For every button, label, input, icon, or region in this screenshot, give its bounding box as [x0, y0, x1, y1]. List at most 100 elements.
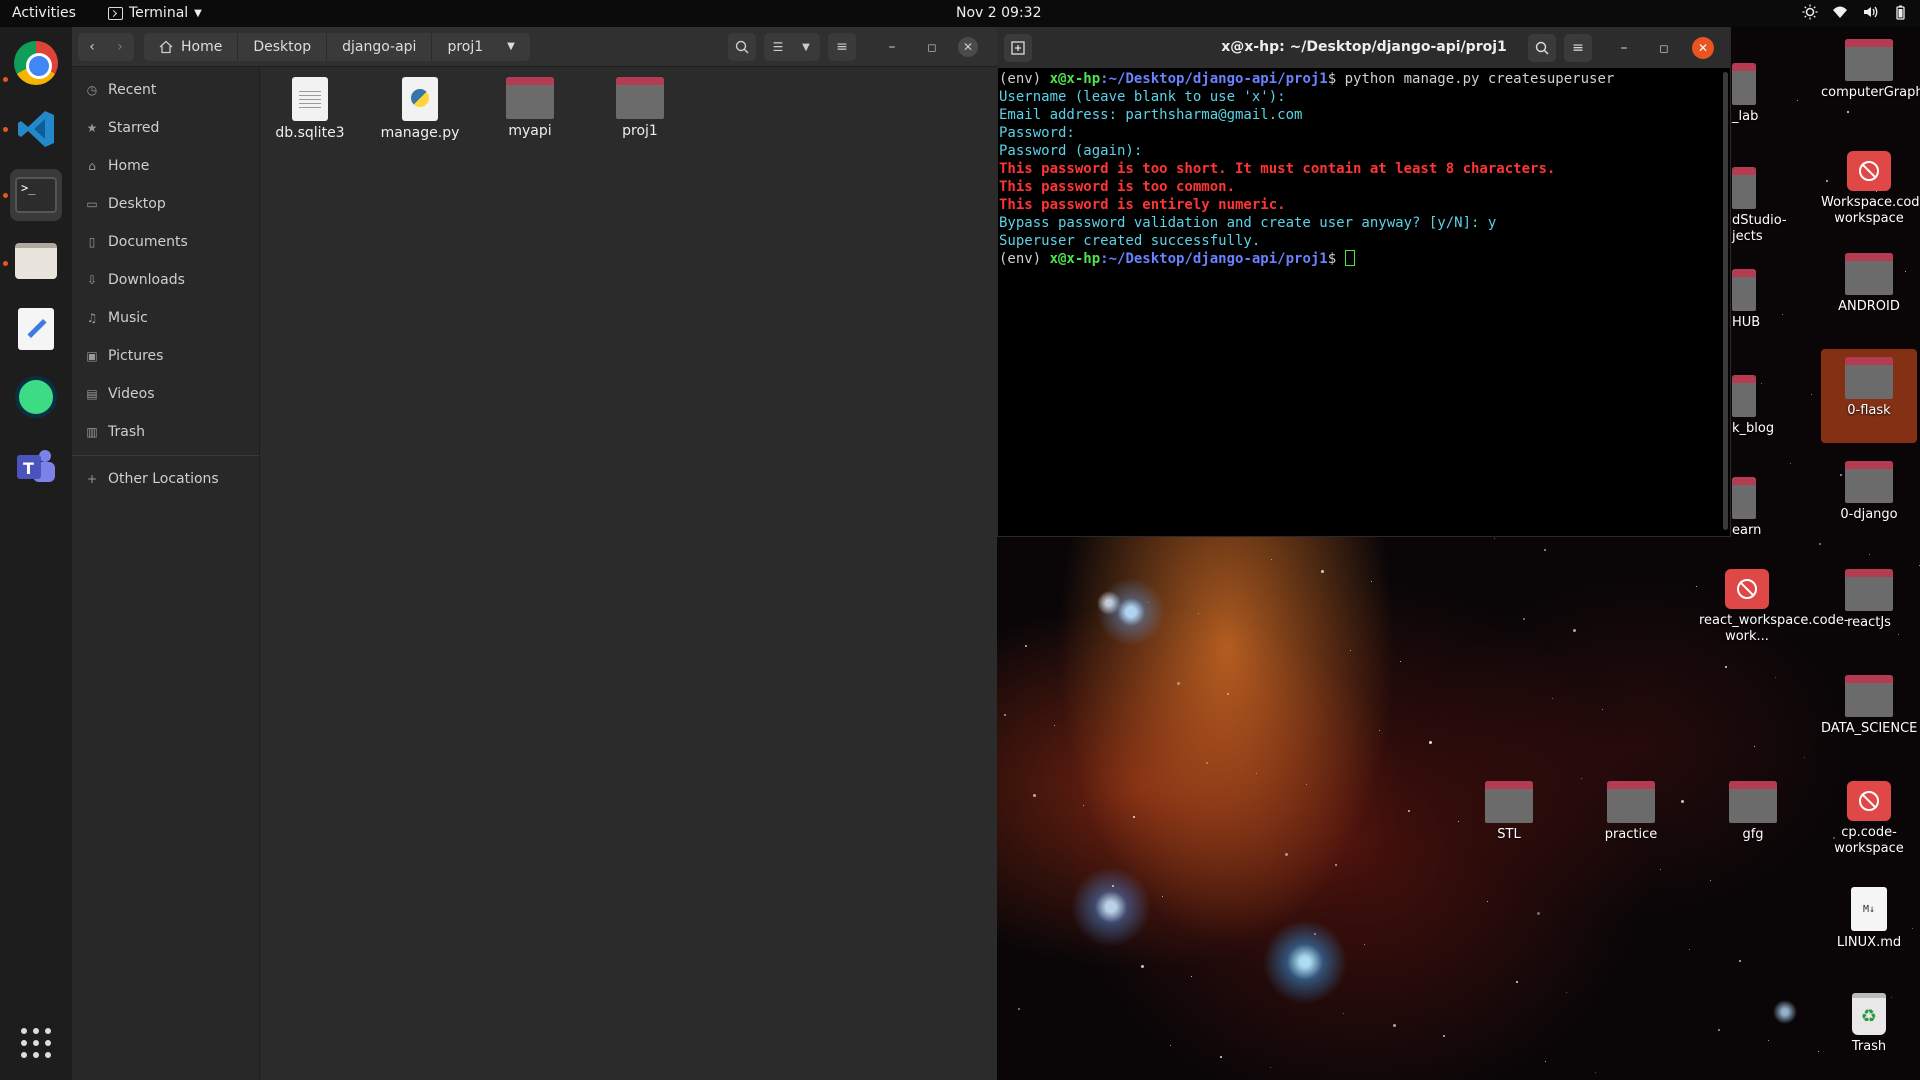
- breadcrumb-home[interactable]: Home: [144, 33, 239, 61]
- desktop-icon-label: HUB: [1732, 315, 1761, 330]
- star-decoration: [1306, 784, 1307, 785]
- star-decoration: [1379, 730, 1380, 731]
- terminal-icon: [108, 6, 123, 20]
- dock-chrome[interactable]: [10, 37, 62, 89]
- desktop-icon-android[interactable]: ANDROID: [1821, 245, 1917, 315]
- back-icon[interactable]: ‹: [78, 39, 106, 55]
- python-file-icon: [402, 77, 438, 121]
- file-item[interactable]: db.sqlite3: [260, 77, 360, 141]
- file-item[interactable]: manage.py: [370, 77, 470, 141]
- app-menu[interactable]: Terminal ▼: [108, 5, 202, 21]
- desktop-icon-trash[interactable]: ♻ Trash: [1821, 985, 1917, 1055]
- star-decoration: [1335, 864, 1337, 866]
- maximize-button[interactable]: ◻: [918, 33, 946, 61]
- sidebar-item-music[interactable]: ♫ Music: [72, 299, 259, 337]
- sidebar-item-desktop[interactable]: ▭ Desktop: [72, 185, 259, 223]
- menu-button[interactable]: ≡: [828, 33, 856, 61]
- desktop-icon-stl[interactable]: STL: [1461, 773, 1557, 843]
- terminal-close-button[interactable]: ✕: [1692, 37, 1714, 59]
- desktop-icon-computergraphics[interactable]: computerGraphics: [1821, 31, 1920, 101]
- dock-terminal[interactable]: >_: [10, 169, 62, 221]
- desktop-icon-cp-code-workspace[interactable]: cp.code-workspace: [1821, 773, 1917, 857]
- dock-android-studio[interactable]: [10, 371, 62, 423]
- desktop-icon-gfg[interactable]: gfg: [1705, 773, 1801, 843]
- terminal-error-line: This password is entirely numeric.: [999, 197, 1286, 213]
- sidebar-item-videos[interactable]: ▤ Videos: [72, 375, 259, 413]
- desktop-icon-label: computerGraphics: [1821, 85, 1920, 100]
- breadcrumb-desktop[interactable]: Desktop: [238, 33, 328, 61]
- star-decoration: [1083, 805, 1084, 806]
- folder-icon: [1845, 357, 1893, 399]
- sidebar-item-downloads[interactable]: ⇩ Downloads: [72, 261, 259, 299]
- terminal-menu-button[interactable]: ≡: [1564, 34, 1592, 62]
- terminal-maximize-button[interactable]: ◻: [1650, 34, 1678, 62]
- star-decoration: [1458, 821, 1459, 822]
- folder-icon: [1845, 569, 1893, 611]
- desktop-icon-data-science[interactable]: DATA_SCIENCE: [1821, 667, 1917, 737]
- sidebar-item-label: Videos: [108, 386, 155, 402]
- home-icon: [159, 40, 173, 54]
- view-options[interactable]: ☰ ▼: [764, 33, 820, 61]
- clock[interactable]: Nov 2 09:32: [956, 5, 1041, 21]
- desktop-icon-linux-md[interactable]: M↓ LINUX.md: [1821, 879, 1917, 951]
- dock-teams[interactable]: T: [10, 441, 62, 493]
- terminal-output[interactable]: (env) x@x-hp:~/Desktop/django-api/proj1$…: [998, 68, 1720, 536]
- star-decoration: [1811, 394, 1812, 395]
- terminal-minimize-button[interactable]: –: [1610, 34, 1638, 62]
- sidebar-item-trash[interactable]: ▥ Trash: [72, 413, 259, 451]
- system-tray[interactable]: [1802, 4, 1908, 20]
- search-button[interactable]: [728, 33, 756, 61]
- sidebar-item-documents[interactable]: ▯ Documents: [72, 223, 259, 261]
- dock-vscode[interactable]: [10, 103, 62, 155]
- breadcrumb-django-api[interactable]: django-api: [327, 33, 433, 61]
- desktop-icon-react-workspace-code-work[interactable]: react_workspace.code-work...: [1699, 561, 1849, 645]
- desktop-icon-workspace-code-workspace[interactable]: Workspace.code-workspace: [1821, 143, 1920, 227]
- desktop-icon-label: earn: [1732, 523, 1762, 538]
- sidebar-item-label: Downloads: [108, 272, 185, 288]
- desktop-icon-reactjs[interactable]: reactJs: [1821, 561, 1917, 631]
- star-decoration: [1133, 816, 1135, 818]
- show-applications-button[interactable]: [10, 1017, 62, 1069]
- sidebar-item-starred[interactable]: ★ Starred: [72, 109, 259, 147]
- dock-text-editor[interactable]: [10, 303, 62, 355]
- sidebar-item-recent[interactable]: ◷ Recent: [72, 71, 259, 109]
- close-button[interactable]: ✕: [958, 37, 978, 57]
- terminal-line: Bypass password validation and create us…: [999, 215, 1497, 231]
- desktop-icon-partial[interactable]: _lab: [1732, 63, 1782, 125]
- desktop-icon-partial[interactable]: k_blog: [1732, 375, 1782, 437]
- file-manager-headerbar: ‹ › Home Desktop django-api proj1 ▼ ☰ ▼ …: [72, 27, 997, 67]
- star-decoration: [1595, 1072, 1596, 1073]
- forward-icon[interactable]: ›: [106, 39, 134, 55]
- sidebar-item-home[interactable]: ⌂ Home: [72, 147, 259, 185]
- file-item[interactable]: proj1: [590, 77, 690, 139]
- desktop-icon-partial[interactable]: earn: [1732, 477, 1782, 539]
- terminal-app-icon: >_: [15, 177, 57, 213]
- sidebar-item-pictures[interactable]: ▣ Pictures: [72, 337, 259, 375]
- desktop-icon-0-django[interactable]: 0-django: [1821, 453, 1917, 523]
- file-item[interactable]: myapi: [480, 77, 580, 139]
- breadcrumb-proj1[interactable]: proj1 ▼: [432, 33, 529, 61]
- terminal-scrollbar[interactable]: [1723, 72, 1728, 530]
- desktop-icon-partial[interactable]: dStudio- jects: [1732, 167, 1787, 245]
- folder-icon: [1732, 63, 1756, 105]
- dock-files[interactable]: [10, 235, 62, 287]
- desktop-icon-0-flask[interactable]: 0-flask: [1821, 349, 1917, 443]
- videos-icon: ▤: [86, 387, 98, 401]
- star-decoration: [1141, 965, 1144, 968]
- folder-icon: [1845, 461, 1893, 503]
- star-icon: ★: [86, 121, 98, 135]
- minimize-button[interactable]: –: [878, 33, 906, 61]
- activities-button[interactable]: Activities: [12, 5, 76, 21]
- sidebar-item-other-locations[interactable]: + Other Locations: [72, 460, 259, 498]
- close-icon: ✕: [1697, 41, 1709, 55]
- desktop-icon-label: practice: [1604, 827, 1658, 842]
- sidebar-item-label: Trash: [108, 424, 145, 440]
- desktop-icon-partial[interactable]: HUB: [1732, 269, 1782, 331]
- terminal-search-button[interactable]: [1528, 34, 1556, 62]
- desktop-icon-practice[interactable]: practice: [1583, 773, 1679, 843]
- chevron-down-icon: ▼: [802, 41, 810, 53]
- sidebar-item-label: Home: [108, 158, 150, 174]
- maximize-icon: ◻: [1659, 41, 1669, 55]
- star-decoration: [1818, 1051, 1819, 1052]
- star-decoration: [1782, 314, 1783, 315]
